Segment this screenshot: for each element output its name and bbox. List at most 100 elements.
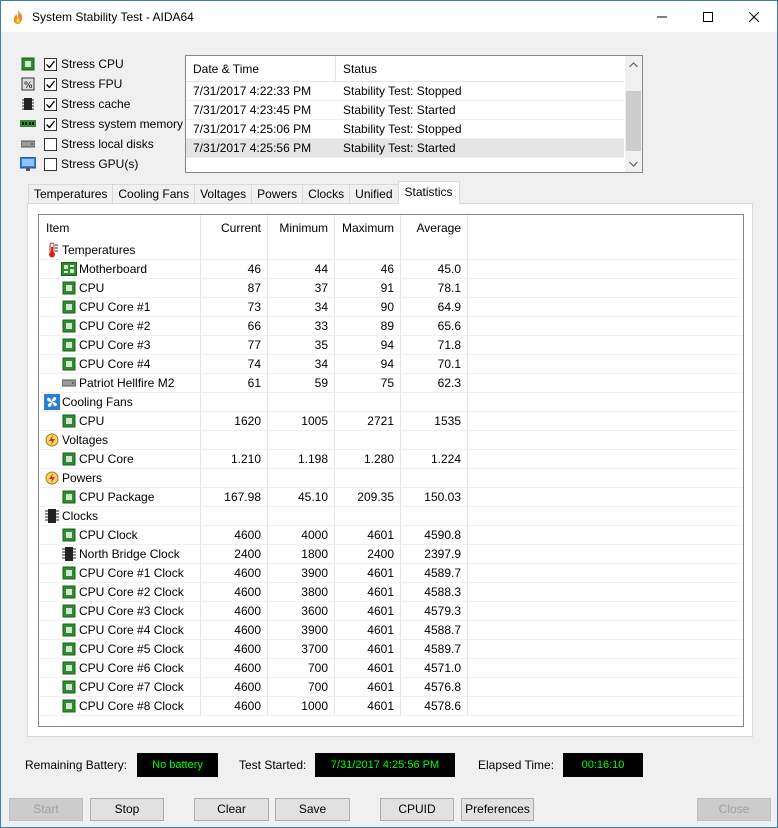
statistics-table[interactable]: Item Current Minimum Maximum Average Tem… <box>38 214 744 727</box>
stats-row[interactable]: CPU Core #7 Clock 4600 700 4601 4576.8 <box>39 678 743 697</box>
cpu-chip-icon <box>61 318 77 334</box>
stats-current-value: 4600 <box>201 697 268 715</box>
close-button[interactable]: Close <box>697 798 771 821</box>
stats-row[interactable]: CPU Core #4 Clock 4600 3900 4601 4588.7 <box>39 621 743 640</box>
tab-cooling-fans[interactable]: Cooling Fans <box>112 184 196 204</box>
stress-cpu-checkbox[interactable] <box>44 57 57 71</box>
stats-item-cell: Powers <box>39 469 201 487</box>
cpu-chip-icon <box>61 622 77 638</box>
stats-group-row[interactable]: Cooling Fans <box>39 393 743 412</box>
stats-row[interactable]: CPU Core #3 77 35 94 71.8 <box>39 336 743 355</box>
stats-item-label: Motherboard <box>79 261 148 276</box>
stats-minimum-value: 34 <box>268 355 335 373</box>
log-row[interactable]: 7/31/2017 4:23:45 PM Stability Test: Sta… <box>186 101 624 120</box>
test-log-list[interactable]: Date & Time Status 7/31/2017 4:22:33 PM … <box>185 55 643 173</box>
stats-group-row[interactable]: Clocks <box>39 507 743 526</box>
maximize-button[interactable] <box>685 1 731 32</box>
stats-current-value <box>201 393 268 411</box>
stats-minimum-value <box>268 393 335 411</box>
scroll-down-arrow[interactable] <box>625 155 642 172</box>
stats-row[interactable]: Patriot Hellfire M2 61 59 75 62.3 <box>39 374 743 393</box>
stats-maximum-value: 1.280 <box>335 450 401 468</box>
stats-row[interactable]: CPU Core #8 Clock 4600 1000 4601 4578.6 <box>39 697 743 716</box>
stats-row[interactable]: CPU Core #5 Clock 4600 3700 4601 4589.7 <box>39 640 743 659</box>
stats-maximum-value: 4601 <box>335 583 401 601</box>
stats-minimum-value: 45.10 <box>268 488 335 506</box>
log-row[interactable]: 7/31/2017 4:25:06 PM Stability Test: Sto… <box>186 120 624 139</box>
log-time: 7/31/2017 4:23:45 PM <box>193 103 312 117</box>
log-scrollbar[interactable] <box>625 56 642 172</box>
stats-row[interactable]: CPU 1620 1005 2721 1535 <box>39 412 743 431</box>
header-maximum[interactable]: Maximum <box>335 215 401 241</box>
stats-item-label: Voltages <box>62 432 109 447</box>
stats-row[interactable]: CPU Core #1 73 34 90 64.9 <box>39 298 743 317</box>
header-item[interactable]: Item <box>39 215 201 241</box>
stats-average-value: 4589.7 <box>401 564 468 582</box>
stats-group-row[interactable]: Temperatures <box>39 241 743 260</box>
log-row[interactable]: 7/31/2017 4:22:33 PM Stability Test: Sto… <box>186 82 624 101</box>
stats-row[interactable]: CPU Package 167.98 45.10 209.35 150.03 <box>39 488 743 507</box>
header-minimum[interactable]: Minimum <box>268 215 335 241</box>
preferences-button[interactable]: Preferences <box>461 798 534 821</box>
stress-gpu-checkbox[interactable] <box>44 157 57 171</box>
tab-clocks[interactable]: Clocks <box>302 184 351 204</box>
header-current[interactable]: Current <box>201 215 268 241</box>
log-header-datetime[interactable]: Date & Time <box>186 56 336 81</box>
stress-fpu-checkbox[interactable] <box>44 77 57 91</box>
stats-row[interactable]: CPU Clock 4600 4000 4601 4590.8 <box>39 526 743 545</box>
stats-row[interactable]: CPU Core #3 Clock 4600 3600 4601 4579.3 <box>39 602 743 621</box>
stress-fpu-row[interactable]: % Stress FPU <box>20 74 185 94</box>
start-button[interactable]: Start <box>9 798 83 821</box>
stats-row[interactable]: CPU Core #2 66 33 89 65.6 <box>39 317 743 336</box>
stress-disks-checkbox[interactable] <box>44 137 57 151</box>
close-window-button[interactable] <box>731 1 777 32</box>
log-header-status[interactable]: Status <box>336 56 624 81</box>
stats-item-cell: CPU <box>39 279 201 297</box>
stats-minimum-value: 3600 <box>268 602 335 620</box>
stats-row[interactable]: North Bridge Clock 2400 1800 2400 2397.9 <box>39 545 743 564</box>
stats-row[interactable]: CPU Core #4 74 34 94 70.1 <box>39 355 743 374</box>
stress-gpu-row[interactable]: Stress GPU(s) <box>20 154 185 174</box>
stress-disks-row[interactable]: Stress local disks <box>20 134 185 154</box>
log-row-selected[interactable]: 7/31/2017 4:25:56 PM Stability Test: Sta… <box>186 139 624 158</box>
tab-voltages[interactable]: Voltages <box>194 184 253 204</box>
save-button[interactable]: Save <box>275 798 350 821</box>
scroll-thumb[interactable] <box>626 91 641 151</box>
close-icon <box>749 11 759 22</box>
stats-item-label: Clocks <box>62 508 99 523</box>
tab-statistics[interactable]: Statistics <box>397 181 460 204</box>
tab-temperatures[interactable]: Temperatures <box>28 184 114 204</box>
stats-average-value: 71.8 <box>401 336 468 354</box>
stats-row[interactable]: CPU Core #6 Clock 4600 700 4601 4571.0 <box>39 659 743 678</box>
minimize-button[interactable] <box>639 1 685 32</box>
test-started-label: Test Started: <box>239 758 307 772</box>
stop-button[interactable]: Stop <box>90 798 164 821</box>
tab-powers[interactable]: Powers <box>251 184 304 204</box>
tab-unified[interactable]: Unified <box>349 184 399 204</box>
stats-average-value: 1535 <box>401 412 468 430</box>
stress-cache-row[interactable]: Stress cache <box>20 94 185 114</box>
header-average[interactable]: Average <box>401 215 468 241</box>
cpuid-button[interactable]: CPUID <box>380 798 454 821</box>
stats-minimum-value: 700 <box>268 678 335 696</box>
stress-disks-label: Stress local disks <box>61 137 154 151</box>
scroll-up-arrow[interactable] <box>625 56 642 73</box>
stats-row[interactable]: Motherboard 46 44 46 45.0 <box>39 260 743 279</box>
stress-cache-checkbox[interactable] <box>44 97 57 111</box>
stats-row[interactable]: CPU 87 37 91 78.1 <box>39 279 743 298</box>
stats-current-value: 2400 <box>201 545 268 563</box>
stress-memory-row[interactable]: Stress system memory <box>20 114 185 134</box>
stats-group-row[interactable]: Voltages <box>39 431 743 450</box>
clear-button[interactable]: Clear <box>194 798 269 821</box>
stats-minimum-value: 1005 <box>268 412 335 430</box>
stats-item-cell: CPU Core #4 <box>39 355 201 373</box>
elapsed-time-display: 00:16:10 <box>563 753 643 777</box>
stats-row[interactable]: CPU Core #1 Clock 4600 3900 4601 4589.7 <box>39 564 743 583</box>
stats-group-row[interactable]: Powers <box>39 469 743 488</box>
voltage-icon <box>44 432 60 448</box>
stats-row[interactable]: CPU Core #2 Clock 4600 3800 4601 4588.3 <box>39 583 743 602</box>
stats-item-label: CPU Core <box>79 451 134 466</box>
stats-row[interactable]: CPU Core 1.210 1.198 1.280 1.224 <box>39 450 743 469</box>
stress-cpu-row[interactable]: Stress CPU <box>20 54 185 74</box>
stress-memory-checkbox[interactable] <box>44 117 57 131</box>
